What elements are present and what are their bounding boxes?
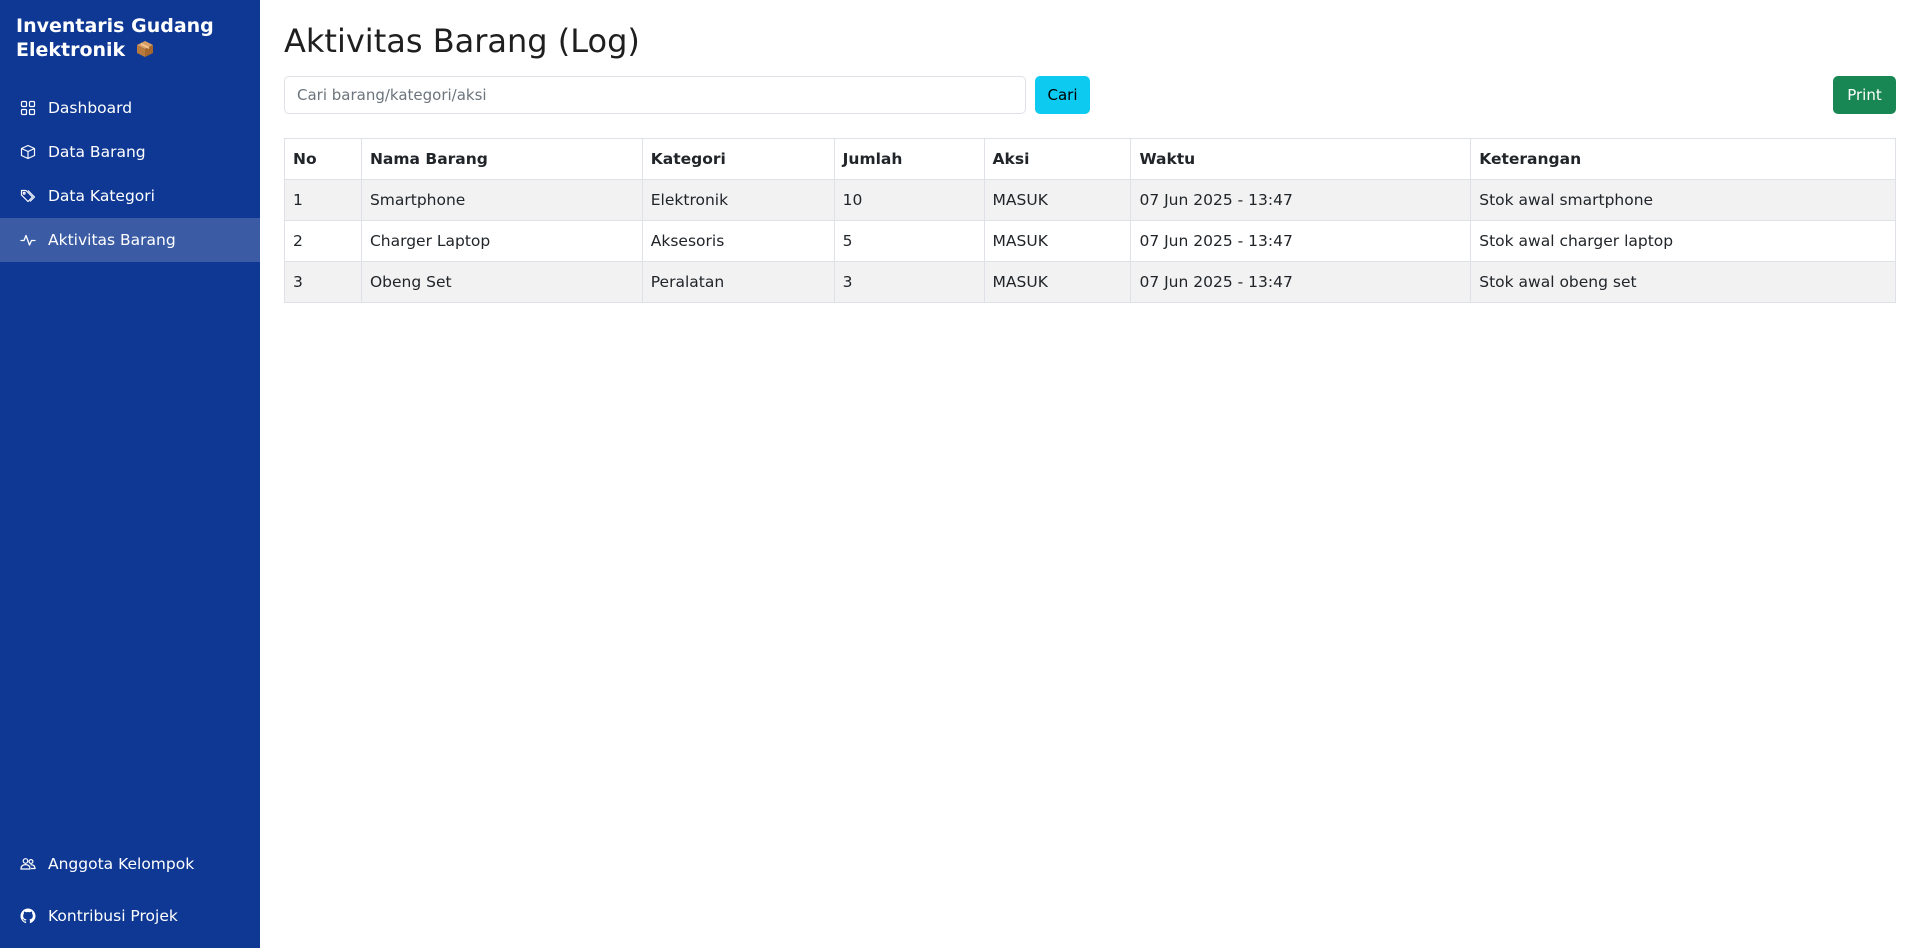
cell-kategori: Peralatan bbox=[641, 261, 835, 303]
sidebar-item-data-kategori[interactable]: Data Kategori bbox=[0, 174, 260, 218]
people-icon bbox=[20, 856, 36, 872]
cell-nama-barang: Obeng Set bbox=[360, 261, 643, 303]
sidebar-item-label: Data Kategori bbox=[48, 187, 155, 205]
box-icon bbox=[20, 144, 36, 160]
cell-jumlah: 5 bbox=[833, 220, 985, 262]
activity-log-table: No Nama Barang Kategori Jumlah Aksi Wakt… bbox=[284, 138, 1896, 303]
cell-jumlah: 10 bbox=[833, 179, 985, 221]
sidebar-item-label: Data Barang bbox=[48, 143, 146, 161]
cell-aksi: MASUK bbox=[983, 179, 1132, 221]
sidebar: Inventaris Gudang Elektronik Dashboard D… bbox=[0, 0, 260, 948]
column-header-no: No bbox=[284, 138, 362, 180]
activity-icon bbox=[20, 232, 36, 248]
cell-nama-barang: Charger Laptop bbox=[360, 220, 643, 262]
brand-title-line2: Elektronik bbox=[16, 39, 126, 61]
sidebar-item-data-barang[interactable]: Data Barang bbox=[0, 130, 260, 174]
sidebar-item-label: Dashboard bbox=[48, 99, 133, 117]
cell-kategori: Aksesoris bbox=[641, 220, 835, 262]
search-button[interactable]: Cari bbox=[1035, 76, 1090, 114]
cell-keterangan: Stok awal charger laptop bbox=[1470, 220, 1896, 262]
print-button[interactable]: Print bbox=[1833, 76, 1896, 114]
sidebar-item-label: Anggota Kelompok bbox=[48, 855, 195, 873]
sidebar-item-aktivitas-barang[interactable]: Aktivitas Barang bbox=[0, 218, 260, 262]
sidebar-item-label: Aktivitas Barang bbox=[48, 231, 176, 249]
page-title: Aktivitas Barang (Log) bbox=[284, 22, 640, 60]
cell-jumlah: 3 bbox=[833, 261, 985, 303]
cell-waktu: 07 Jun 2025 - 13:47 bbox=[1130, 179, 1472, 221]
brand[interactable]: Inventaris Gudang Elektronik bbox=[16, 14, 246, 62]
column-header-jumlah: Jumlah bbox=[833, 138, 985, 180]
table-row: 2 Charger Laptop Aksesoris 5 MASUK 07 Ju… bbox=[284, 220, 1896, 262]
cell-no: 1 bbox=[284, 179, 362, 221]
sidebar-bottom-nav: Anggota Kelompok Kontribusi Projek bbox=[0, 838, 260, 942]
cell-keterangan: Stok awal obeng set bbox=[1470, 261, 1896, 303]
main-content: Aktivitas Barang (Log) Cari Print No Nam… bbox=[260, 0, 1919, 948]
tags-icon bbox=[20, 188, 36, 204]
cell-kategori: Elektronik bbox=[641, 179, 835, 221]
cell-aksi: MASUK bbox=[983, 220, 1132, 262]
cell-no: 3 bbox=[284, 261, 362, 303]
cell-nama-barang: Smartphone bbox=[360, 179, 643, 221]
column-header-kategori: Kategori bbox=[641, 138, 835, 180]
column-header-nama-barang: Nama Barang bbox=[360, 138, 643, 180]
sidebar-nav: Dashboard Data Barang Data Kategori Akti… bbox=[0, 86, 260, 262]
github-icon bbox=[20, 908, 36, 924]
table-header-row: No Nama Barang Kategori Jumlah Aksi Wakt… bbox=[284, 138, 1896, 180]
cell-waktu: 07 Jun 2025 - 13:47 bbox=[1130, 220, 1472, 262]
brand-title-line1: Inventaris Gudang bbox=[16, 15, 214, 37]
cell-no: 2 bbox=[284, 220, 362, 262]
cell-keterangan: Stok awal smartphone bbox=[1470, 179, 1896, 221]
grid-icon bbox=[20, 100, 36, 116]
package-icon bbox=[136, 40, 154, 58]
sidebar-item-anggota-kelompok[interactable]: Anggota Kelompok bbox=[0, 838, 260, 890]
sidebar-item-kontribusi-projek[interactable]: Kontribusi Projek bbox=[0, 890, 260, 942]
cell-waktu: 07 Jun 2025 - 13:47 bbox=[1130, 261, 1472, 303]
sidebar-item-label: Kontribusi Projek bbox=[48, 907, 178, 925]
column-header-waktu: Waktu bbox=[1130, 138, 1472, 180]
column-header-keterangan: Keterangan bbox=[1470, 138, 1896, 180]
sidebar-item-dashboard[interactable]: Dashboard bbox=[0, 86, 260, 130]
table-row: 3 Obeng Set Peralatan 3 MASUK 07 Jun 202… bbox=[284, 261, 1896, 303]
table-row: 1 Smartphone Elektronik 10 MASUK 07 Jun … bbox=[284, 179, 1896, 221]
search-input[interactable] bbox=[284, 76, 1026, 114]
cell-aksi: MASUK bbox=[983, 261, 1132, 303]
column-header-aksi: Aksi bbox=[983, 138, 1132, 180]
